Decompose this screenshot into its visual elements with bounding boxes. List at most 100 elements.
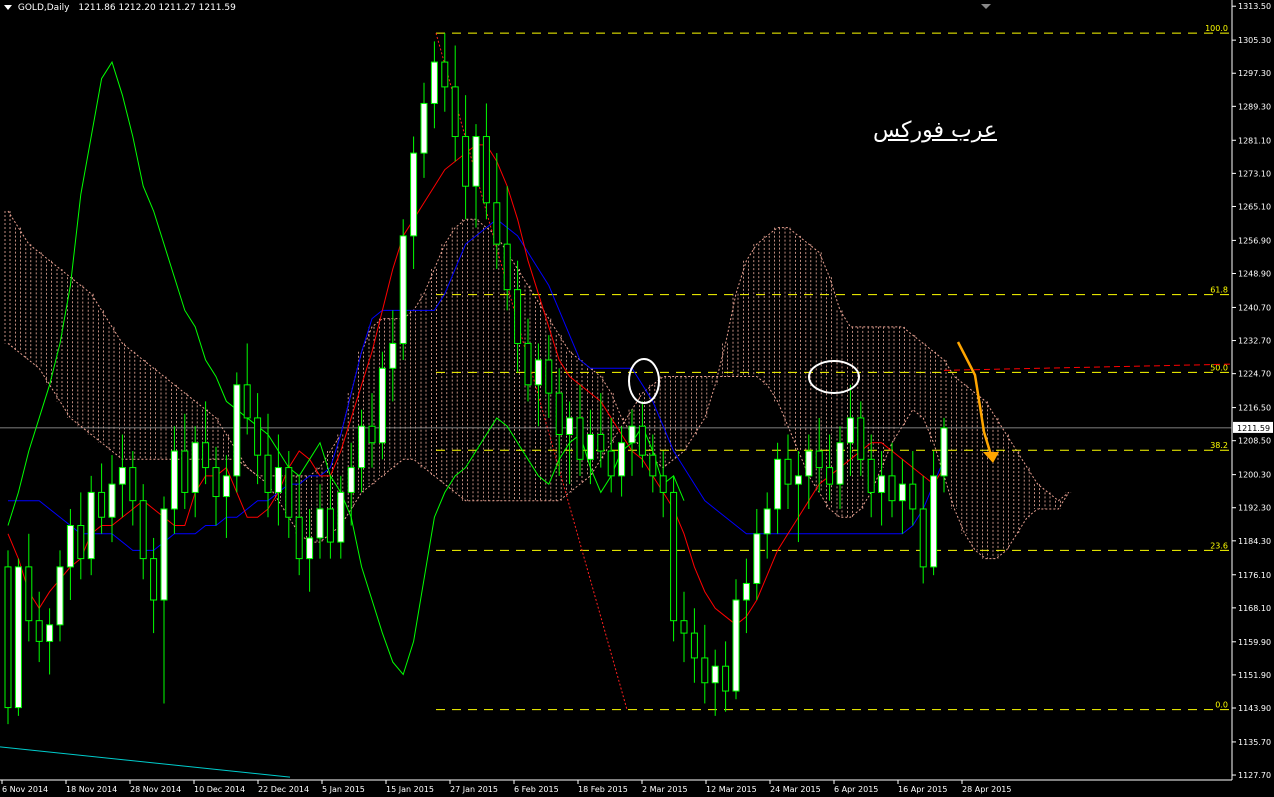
candle-body [274, 467, 282, 493]
x-tick-label: 28 Nov 2014 [130, 785, 181, 794]
candle-body [493, 202, 501, 245]
candle-body [566, 417, 574, 435]
candle-body [285, 467, 293, 518]
candle-body [316, 508, 324, 539]
candle-body [337, 491, 345, 543]
candle-body [25, 566, 33, 622]
y-tick-label: 1248.90 [1238, 270, 1271, 279]
candle-body [555, 392, 563, 435]
candle-body [378, 367, 386, 444]
candle-body [4, 566, 12, 709]
ichimoku-lines [7, 60, 1233, 676]
y-tick-label: 1216.50 [1238, 404, 1271, 413]
candle-body [191, 442, 199, 493]
y-tick-label: 1176.10 [1238, 571, 1271, 580]
candle-body [139, 500, 147, 560]
candle-body [306, 537, 314, 560]
y-tick-label: 1281.10 [1238, 136, 1271, 145]
candle-body [628, 425, 636, 444]
candle-body [347, 467, 355, 493]
candle-body [368, 425, 376, 444]
x-tick-label: 12 Mar 2015 [706, 785, 757, 794]
fib-level-label: 23.6 [1210, 541, 1228, 550]
current-price-label: 1211.59 [1237, 424, 1270, 433]
candle-body [742, 582, 750, 601]
candle-body [763, 508, 771, 535]
y-tick-label: 1192.30 [1238, 504, 1271, 513]
candle-body [87, 491, 95, 560]
candle-body [66, 525, 74, 568]
y-tick-label: 1232.70 [1238, 337, 1271, 346]
candle-body [638, 425, 646, 456]
candle-body [441, 61, 449, 88]
time-axis: 6 Nov 2014 18 Nov 2014 28 Nov 2014 10 Dec 2… [1, 4, 1011, 794]
candle-body [451, 86, 459, 138]
candle-body [233, 384, 241, 477]
candle-body [597, 433, 605, 452]
y-tick-label: 1143.90 [1238, 704, 1271, 713]
trendline [0, 746, 291, 778]
candle-body [794, 475, 802, 485]
candle-body [462, 136, 470, 187]
candle-body [898, 483, 906, 502]
candle-body [909, 483, 917, 510]
candlesticks [4, 33, 948, 725]
x-tick-label: 18 Nov 2014 [66, 785, 117, 794]
candle-body [701, 657, 709, 684]
y-tick-label: 1200.30 [1238, 471, 1271, 480]
candle-body [326, 508, 334, 543]
candle-body [919, 508, 927, 568]
collapse-triangle-icon[interactable] [4, 5, 12, 10]
candle-body [649, 454, 657, 477]
candle-body [774, 458, 782, 510]
fib-level-label: 0.0 [1215, 701, 1228, 710]
y-tick-label: 1240.70 [1238, 303, 1271, 312]
ohlc-values: 1211.86 1212.20 1211.27 1211.59 [78, 3, 236, 13]
y-tick-label: 1184.30 [1238, 537, 1271, 546]
y-tick-label: 1208.50 [1238, 437, 1271, 446]
candle-body [867, 458, 875, 493]
candle-body [160, 508, 168, 601]
candle-body [815, 450, 823, 469]
candle-body [711, 665, 719, 684]
candle-body [150, 558, 158, 601]
y-tick-label: 1135.70 [1238, 738, 1271, 747]
y-tick-label: 1224.70 [1238, 370, 1271, 379]
candle-body [888, 475, 896, 502]
y-tick-label: 1305.30 [1238, 36, 1271, 45]
y-tick-label: 1151.90 [1238, 671, 1271, 680]
candle-body [690, 632, 698, 659]
y-tick-label: 1289.30 [1238, 102, 1271, 111]
candle-body [56, 566, 64, 626]
symbol-label: GOLD,Daily [17, 3, 70, 13]
fib-level-label: 38.2 [1210, 441, 1228, 450]
candle-body [836, 442, 844, 485]
x-tick-label: 27 Jan 2015 [450, 785, 498, 794]
arrow-head-icon [983, 452, 999, 463]
candle-body [482, 136, 490, 204]
tenkan-projection [943, 363, 1233, 371]
x-tick-label: 6 Apr 2015 [834, 785, 878, 794]
x-tick-label: 24 Mar 2015 [770, 785, 821, 794]
candle-body [399, 235, 407, 344]
candle-body [46, 624, 54, 642]
candle-body [98, 491, 106, 518]
candle-body [264, 454, 272, 493]
candle-body [586, 433, 594, 460]
candle-body [243, 384, 251, 419]
candle-body [202, 442, 210, 469]
candle-body [930, 475, 938, 568]
candle-body [680, 620, 688, 634]
candle-body [212, 467, 220, 498]
kijun-sen-line [8, 218, 945, 551]
y-tick-label: 1297.30 [1238, 69, 1271, 78]
highlight-ellipse [628, 358, 660, 404]
price-chart[interactable]: 100.061.850.038.223.60.0 1313.501305.301… [0, 0, 1274, 797]
x-tick-label: 15 Jan 2015 [386, 785, 434, 794]
candle-body [410, 152, 418, 237]
candle-body [472, 136, 480, 187]
candle-body [607, 450, 615, 477]
candle-body [295, 516, 303, 560]
y-tick-label: 1127.70 [1238, 771, 1271, 780]
candle-body [732, 599, 740, 692]
